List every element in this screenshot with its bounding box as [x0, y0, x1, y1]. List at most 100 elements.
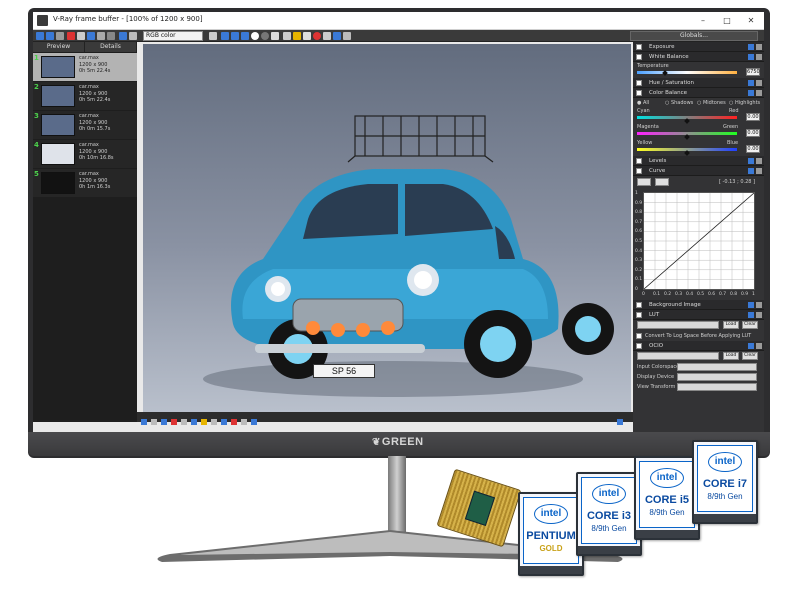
- section-curve[interactable]: Curve: [633, 166, 764, 176]
- section-hue-saturation[interactable]: Hue / Saturation: [633, 78, 764, 88]
- history-item-number: 5: [34, 170, 39, 178]
- view-transform-select[interactable]: [677, 383, 757, 391]
- tab-details[interactable]: Details: [85, 42, 137, 52]
- section-background-image[interactable]: Background Image: [633, 300, 764, 310]
- curve-linear-button[interactable]: [655, 178, 669, 186]
- hue-saturation-checkbox[interactable]: [636, 80, 642, 86]
- curve-graph[interactable]: [643, 192, 755, 290]
- menu-icon[interactable]: [756, 90, 762, 96]
- radio-highlights[interactable]: ○ Highlights: [729, 100, 760, 106]
- close-button[interactable]: ✕: [740, 14, 762, 27]
- history-item[interactable]: 4 car.max 1200 x 900 0h 10m 16.8s: [33, 140, 137, 168]
- compare-icon[interactable]: [271, 32, 279, 40]
- save-icon[interactable]: [748, 343, 754, 349]
- lut-file-field[interactable]: [637, 321, 719, 329]
- section-color-balance[interactable]: Color Balance: [633, 88, 764, 98]
- duplicate-icon[interactable]: [77, 32, 85, 40]
- menu-icon[interactable]: [756, 168, 762, 174]
- temperature-slider[interactable]: [637, 71, 737, 74]
- levels-checkbox[interactable]: [636, 158, 642, 164]
- cyan-red-knob[interactable]: [684, 118, 690, 124]
- load-image-icon[interactable]: [46, 32, 54, 40]
- ocio-checkbox[interactable]: [636, 343, 642, 349]
- menu-icon[interactable]: [756, 343, 762, 349]
- save-image-icon[interactable]: [36, 32, 44, 40]
- history-item[interactable]: 5 car.max 1200 x 900 0h 1m 16.3s: [33, 169, 137, 197]
- history-item[interactable]: 2 car.max 1200 x 900 0h 5m 22.4s: [33, 82, 137, 110]
- yellow-blue-knob[interactable]: [684, 150, 690, 156]
- region-icon[interactable]: [303, 32, 311, 40]
- ocio-clear-button[interactable]: Clear: [742, 352, 758, 360]
- history-item[interactable]: 3 car.max 1200 x 900 0h 0m 15.7s: [33, 111, 137, 139]
- menu-icon[interactable]: [756, 54, 762, 60]
- save-icon[interactable]: [748, 44, 754, 50]
- section-lut[interactable]: LUT: [633, 310, 764, 320]
- section-levels[interactable]: Levels: [633, 156, 764, 166]
- radio-all[interactable]: ● All: [637, 100, 649, 106]
- section-exposure[interactable]: Exposure: [633, 42, 764, 52]
- radio-midtones[interactable]: ○ Midtones: [697, 100, 726, 106]
- red-channel-icon[interactable]: [67, 32, 75, 40]
- save-icon[interactable]: [748, 80, 754, 86]
- view-blue-icon[interactable]: [241, 32, 249, 40]
- cyan-red-value[interactable]: 0.00: [746, 113, 760, 121]
- section-ocio[interactable]: OCIO: [633, 341, 764, 351]
- curve-reset-button[interactable]: [637, 178, 651, 186]
- monitor-brand-logo: ❦GREEN: [372, 436, 424, 448]
- channel-select[interactable]: RGB color: [143, 31, 203, 41]
- menu-icon[interactable]: [756, 302, 762, 308]
- lut-checkbox[interactable]: [636, 312, 642, 318]
- globals-button[interactable]: Globals...: [630, 31, 758, 41]
- temperature-value[interactable]: 6750: [746, 68, 760, 76]
- pixel-info-icon[interactable]: [343, 32, 351, 40]
- menu-icon[interactable]: [756, 80, 762, 86]
- teapot-icon[interactable]: [293, 32, 301, 40]
- magenta-green-value[interactable]: 0.00: [746, 129, 760, 137]
- lens-effects-icon[interactable]: [333, 32, 341, 40]
- yellow-blue-value[interactable]: 0.00: [746, 145, 760, 153]
- maximize-button[interactable]: □: [716, 14, 738, 27]
- track-mouse-icon[interactable]: [87, 32, 95, 40]
- view-red-icon[interactable]: [221, 32, 229, 40]
- lut-load-button[interactable]: Load: [723, 321, 739, 329]
- region-render-icon[interactable]: [97, 32, 105, 40]
- lock-icon[interactable]: [283, 32, 291, 40]
- magenta-green-knob[interactable]: [684, 134, 690, 140]
- color-balance-checkbox[interactable]: [636, 90, 642, 96]
- list-icon[interactable]: [129, 32, 137, 40]
- save-icon[interactable]: [748, 312, 754, 318]
- render-view[interactable]: SP 56: [143, 44, 631, 412]
- save-icon[interactable]: [748, 158, 754, 164]
- stop-icon[interactable]: [313, 32, 321, 40]
- wifi-icon[interactable]: [209, 32, 217, 40]
- menu-icon[interactable]: [756, 158, 762, 164]
- radio-shadows[interactable]: ○ Shadows: [665, 100, 693, 106]
- view-green-icon[interactable]: [231, 32, 239, 40]
- white-balance-checkbox[interactable]: [636, 54, 642, 60]
- save-icon[interactable]: [748, 302, 754, 308]
- menu-icon[interactable]: [756, 44, 762, 50]
- alpha-icon[interactable]: [251, 32, 259, 40]
- section-white-balance[interactable]: White Balance: [633, 52, 764, 62]
- minimize-button[interactable]: –: [692, 14, 714, 27]
- lut-clear-button[interactable]: Clear: [742, 321, 758, 329]
- tab-preview[interactable]: Preview: [33, 42, 85, 52]
- ocio-load-button[interactable]: Load: [723, 352, 739, 360]
- save-icon[interactable]: [748, 90, 754, 96]
- exposure-checkbox[interactable]: [636, 44, 642, 50]
- display-device-select[interactable]: [677, 373, 757, 381]
- history-icon[interactable]: [119, 32, 127, 40]
- history-item[interactable]: 1 car.max 1200 x 900 0h 5m 22.4s: [33, 53, 137, 81]
- menu-icon[interactable]: [756, 312, 762, 318]
- link-icon[interactable]: [107, 32, 115, 40]
- ocio-file-field[interactable]: [637, 352, 719, 360]
- save-icon[interactable]: [748, 168, 754, 174]
- curve-checkbox[interactable]: [636, 168, 642, 174]
- save-icon[interactable]: [748, 54, 754, 60]
- mono-icon[interactable]: [261, 32, 269, 40]
- input-colorspace-select[interactable]: [677, 363, 757, 371]
- interactive-icon[interactable]: [323, 32, 331, 40]
- clear-image-icon[interactable]: [56, 32, 64, 40]
- background-image-checkbox[interactable]: [636, 302, 642, 308]
- convert-log-checkbox[interactable]: [636, 333, 642, 339]
